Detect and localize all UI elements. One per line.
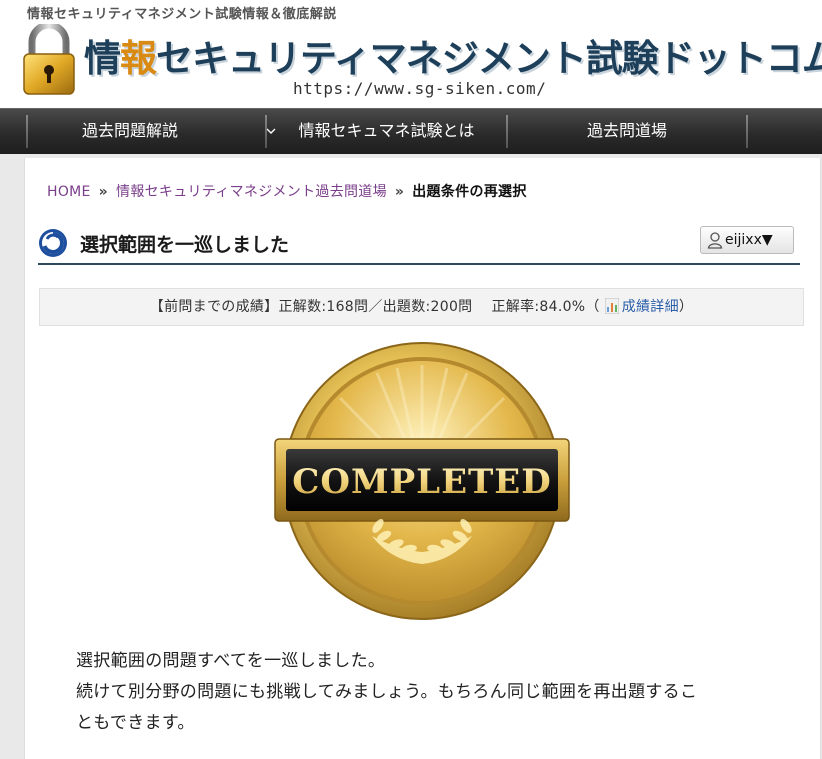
breadcrumb-home-link[interactable]: HOME <box>47 184 91 200</box>
nav-divider <box>746 115 748 148</box>
score-detail-link[interactable]: 成績詳細 <box>622 299 679 315</box>
breadcrumb-section-link[interactable]: 情報セキュリティマネジメント過去問道場 <box>116 184 387 200</box>
site-logo-title[interactable]: 情報セキュリティマネジメント試験ドットコム <box>84 28 822 82</box>
nav-item-label: 過去問題解説 <box>81 121 178 140</box>
user-menu-label: eijixx▼ <box>725 232 773 248</box>
score-summary: 【前問までの成績】正解数:168問／出題数:200問 正解率:84.0%（ 成績詳… <box>39 288 804 326</box>
medal-label: COMPLETED <box>292 462 551 502</box>
breadcrumb: HOME » 情報セキュリティマネジメント過去問道場 » 出題条件の再選択 <box>47 181 527 201</box>
completion-message: 選択範囲の問題すべてを一巡しました。 続けて別分野の問題にも挑戦してみましょう。… <box>76 646 776 739</box>
message-line: 選択範囲の問題すべてを一巡しました。 <box>76 651 386 671</box>
padlock-logo-icon <box>23 24 75 95</box>
nav-item-about-exam[interactable]: 情報セキュマネ試験とは <box>267 109 506 154</box>
page-title: 選択範囲を一巡しました <box>80 234 290 256</box>
score-slash: ／ <box>368 299 383 315</box>
cycle-icon <box>39 229 67 257</box>
completed-medal: COMPLETED <box>274 342 570 620</box>
score-open-paren: （ <box>585 299 600 315</box>
score-total: 出題数:200問 <box>382 299 473 315</box>
page-heading: 選択範囲を一巡しました <box>38 223 800 265</box>
nav-item-label: 過去問道場 <box>586 121 667 140</box>
user-menu-button[interactable]: eijixx▼ <box>700 226 794 254</box>
breadcrumb-separator: » <box>98 184 109 200</box>
nav-item-practice-dojo[interactable]: 過去問道場 <box>508 109 746 154</box>
score-close-paren: ） <box>678 299 694 315</box>
bar-chart-icon <box>604 298 619 314</box>
site-header: 情報セキュリティマネジメント試験情報＆徹底解説 情報セキュリティマネジメント試験… <box>0 0 822 108</box>
score-rate: 正解率:84.0% <box>491 299 586 315</box>
site-url: https://www.sg-siken.com/ <box>293 79 547 98</box>
user-icon <box>707 232 723 249</box>
score-correct: 正解数:168問 <box>278 299 369 315</box>
main-nav: 過去問題解説 情報セキュマネ試験とは 過去問道場 <box>0 108 822 154</box>
breadcrumb-separator: » <box>394 184 405 200</box>
message-line: 続けて別分野の問題にも挑戦してみましょう。もちろん同じ範囲を再出題するこ <box>76 682 698 702</box>
site-tagline: 情報セキュリティマネジメント試験情報＆徹底解説 <box>27 7 337 22</box>
score-prefix: 【前問までの成績】 <box>149 299 279 315</box>
nav-item-label: 情報セキュマネ試験とは <box>298 121 475 140</box>
breadcrumb-current: 出題条件の再選択 <box>412 184 527 200</box>
message-line: ともできます。 <box>76 713 195 733</box>
nav-item-past-explanations[interactable]: 過去問題解説 <box>28 109 276 154</box>
